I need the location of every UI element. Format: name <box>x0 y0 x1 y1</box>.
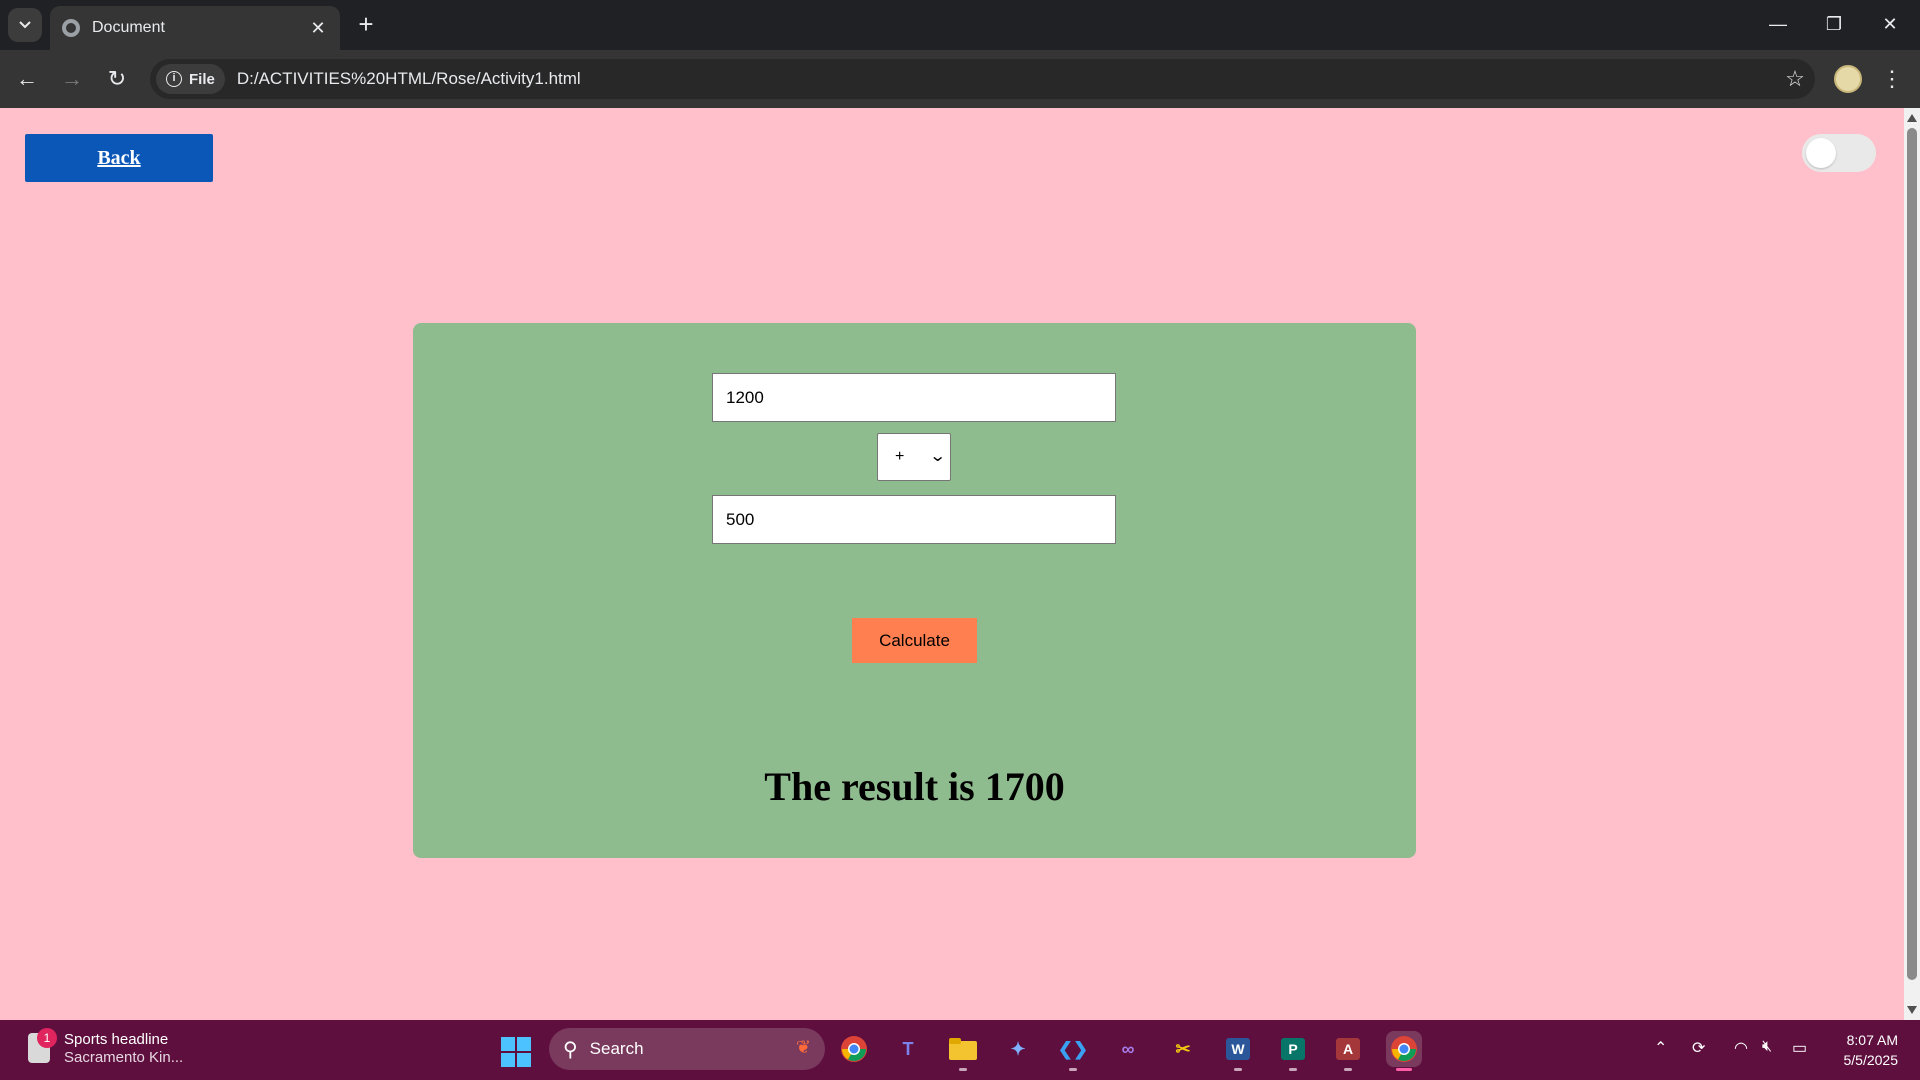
page-scrollbar[interactable] <box>1904 108 1920 1020</box>
operator-value: + <box>895 448 905 465</box>
volume-muted-icon[interactable]: 🔇︎ <box>1762 1038 1772 1056</box>
snipping-tool-icon[interactable]: ✂ <box>1165 1031 1201 1067</box>
file-explorer-icon[interactable] <box>945 1031 981 1071</box>
vscode-icon[interactable]: ❮❯ <box>1055 1031 1091 1071</box>
clock-date: 5/5/2025 <box>1843 1052 1899 1068</box>
browser-menu-icon[interactable]: ⋮ <box>1878 63 1906 95</box>
address-bar[interactable]: i File D:/ACTIVITIES%20HTML/Rose/Activit… <box>150 59 1815 99</box>
site-info-chip[interactable]: i File <box>156 64 225 94</box>
bookmark-star-icon[interactable]: ☆ <box>1775 66 1815 92</box>
back-button[interactable]: Back <box>25 134 213 182</box>
teams-icon[interactable]: T <box>890 1031 926 1067</box>
widget-title: Sports headline <box>64 1031 169 1048</box>
first-number-input[interactable] <box>712 373 1116 422</box>
profile-avatar[interactable] <box>1834 65 1862 93</box>
taskbar-clock[interactable]: 8:07 AM 5/5/2025 <box>1820 1030 1899 1070</box>
widget-subtitle: Sacramento Kin... <box>64 1049 184 1066</box>
tab-close-icon[interactable]: ✕ <box>308 18 328 39</box>
running-indicator <box>1234 1068 1242 1071</box>
sync-icon[interactable]: ⟳ <box>1692 1038 1705 1058</box>
word-icon[interactable]: W <box>1220 1031 1256 1071</box>
result-heading: The result is 1700 <box>764 764 1065 809</box>
restore-button[interactable]: ❐ <box>1814 8 1854 40</box>
toggle-knob <box>1806 138 1836 168</box>
site-info-label: File <box>189 70 215 88</box>
running-indicator <box>959 1068 967 1071</box>
clock-time: 8:07 AM <box>1846 1032 1898 1048</box>
scroll-thumb[interactable] <box>1907 128 1917 980</box>
close-window-button[interactable]: ✕ <box>1870 8 1910 40</box>
running-indicator <box>1344 1068 1352 1071</box>
running-indicator <box>1069 1068 1077 1071</box>
url-text[interactable]: D:/ACTIVITIES%20HTML/Rose/Activity1.html <box>237 69 1775 89</box>
new-tab-button[interactable]: + <box>352 10 380 38</box>
globe-icon <box>62 19 80 37</box>
browser-tab-bar: Document ✕ + — ❐ ✕ <box>0 0 1920 50</box>
tab-search-button[interactable] <box>8 8 42 42</box>
scroll-down-arrow-icon[interactable] <box>1907 1006 1917 1014</box>
svg-text:P: P <box>1288 1041 1297 1057</box>
wifi-icon[interactable]: ◠ <box>1734 1038 1748 1058</box>
taskbar: 1 Sports headline Sacramento Kin... ⚲ Se… <box>0 1020 1920 1080</box>
svg-text:A: A <box>1343 1041 1353 1057</box>
news-widget[interactable]: 1 Sports headline Sacramento Kin... <box>28 1028 184 1066</box>
scroll-up-arrow-icon[interactable] <box>1907 114 1917 122</box>
visual-studio-icon[interactable]: ∞ <box>1110 1031 1146 1067</box>
tab-title: Document <box>92 19 165 36</box>
running-indicator <box>1289 1068 1297 1071</box>
active-tab[interactable]: Document ✕ <box>50 6 340 50</box>
sports-icon: 1 <box>28 1028 57 1063</box>
page-viewport: Back + ⌄ Calculate The result is 1700 <box>0 108 1904 1020</box>
windows-start-icon[interactable] <box>501 1037 531 1067</box>
taskbar-search-label: Search <box>589 1039 644 1058</box>
info-icon: i <box>166 71 182 87</box>
access-icon[interactable]: A <box>1330 1031 1366 1071</box>
battery-icon[interactable]: ▭ <box>1792 1038 1807 1058</box>
notification-badge: 1 <box>37 1028 57 1048</box>
copilot-icon[interactable]: ✦ <box>1000 1031 1036 1067</box>
operator-select[interactable]: + ⌄ <box>877 433 951 481</box>
chrome-icon[interactable] <box>836 1031 872 1067</box>
taskbar-search[interactable]: ⚲ Search ❦ <box>549 1028 825 1070</box>
tray-chevron-up-icon[interactable]: ⌃ <box>1654 1038 1667 1058</box>
chevron-down-icon <box>19 21 31 29</box>
back-nav-icon[interactable]: ← <box>11 63 43 95</box>
reload-icon[interactable]: ↻ <box>101 63 133 95</box>
theme-toggle[interactable] <box>1802 134 1876 172</box>
active-indicator <box>1396 1068 1412 1071</box>
forward-nav-icon[interactable]: → <box>56 63 88 95</box>
calculate-button[interactable]: Calculate <box>852 618 977 663</box>
minimize-button[interactable]: — <box>1758 8 1798 40</box>
svg-text:W: W <box>1231 1041 1245 1057</box>
chrome-active-icon[interactable] <box>1386 1031 1422 1071</box>
search-highlight-icon: ❦ <box>795 1037 811 1057</box>
second-number-input[interactable] <box>712 495 1116 544</box>
chevron-down-icon: ⌄ <box>928 448 947 465</box>
publisher-icon[interactable]: P <box>1275 1031 1311 1071</box>
browser-toolbar: ← → ↻ i File D:/ACTIVITIES%20HTML/Rose/A… <box>0 50 1920 108</box>
calculator-card: + ⌄ Calculate The result is 1700 <box>413 323 1416 858</box>
search-icon: ⚲ <box>563 1038 578 1061</box>
